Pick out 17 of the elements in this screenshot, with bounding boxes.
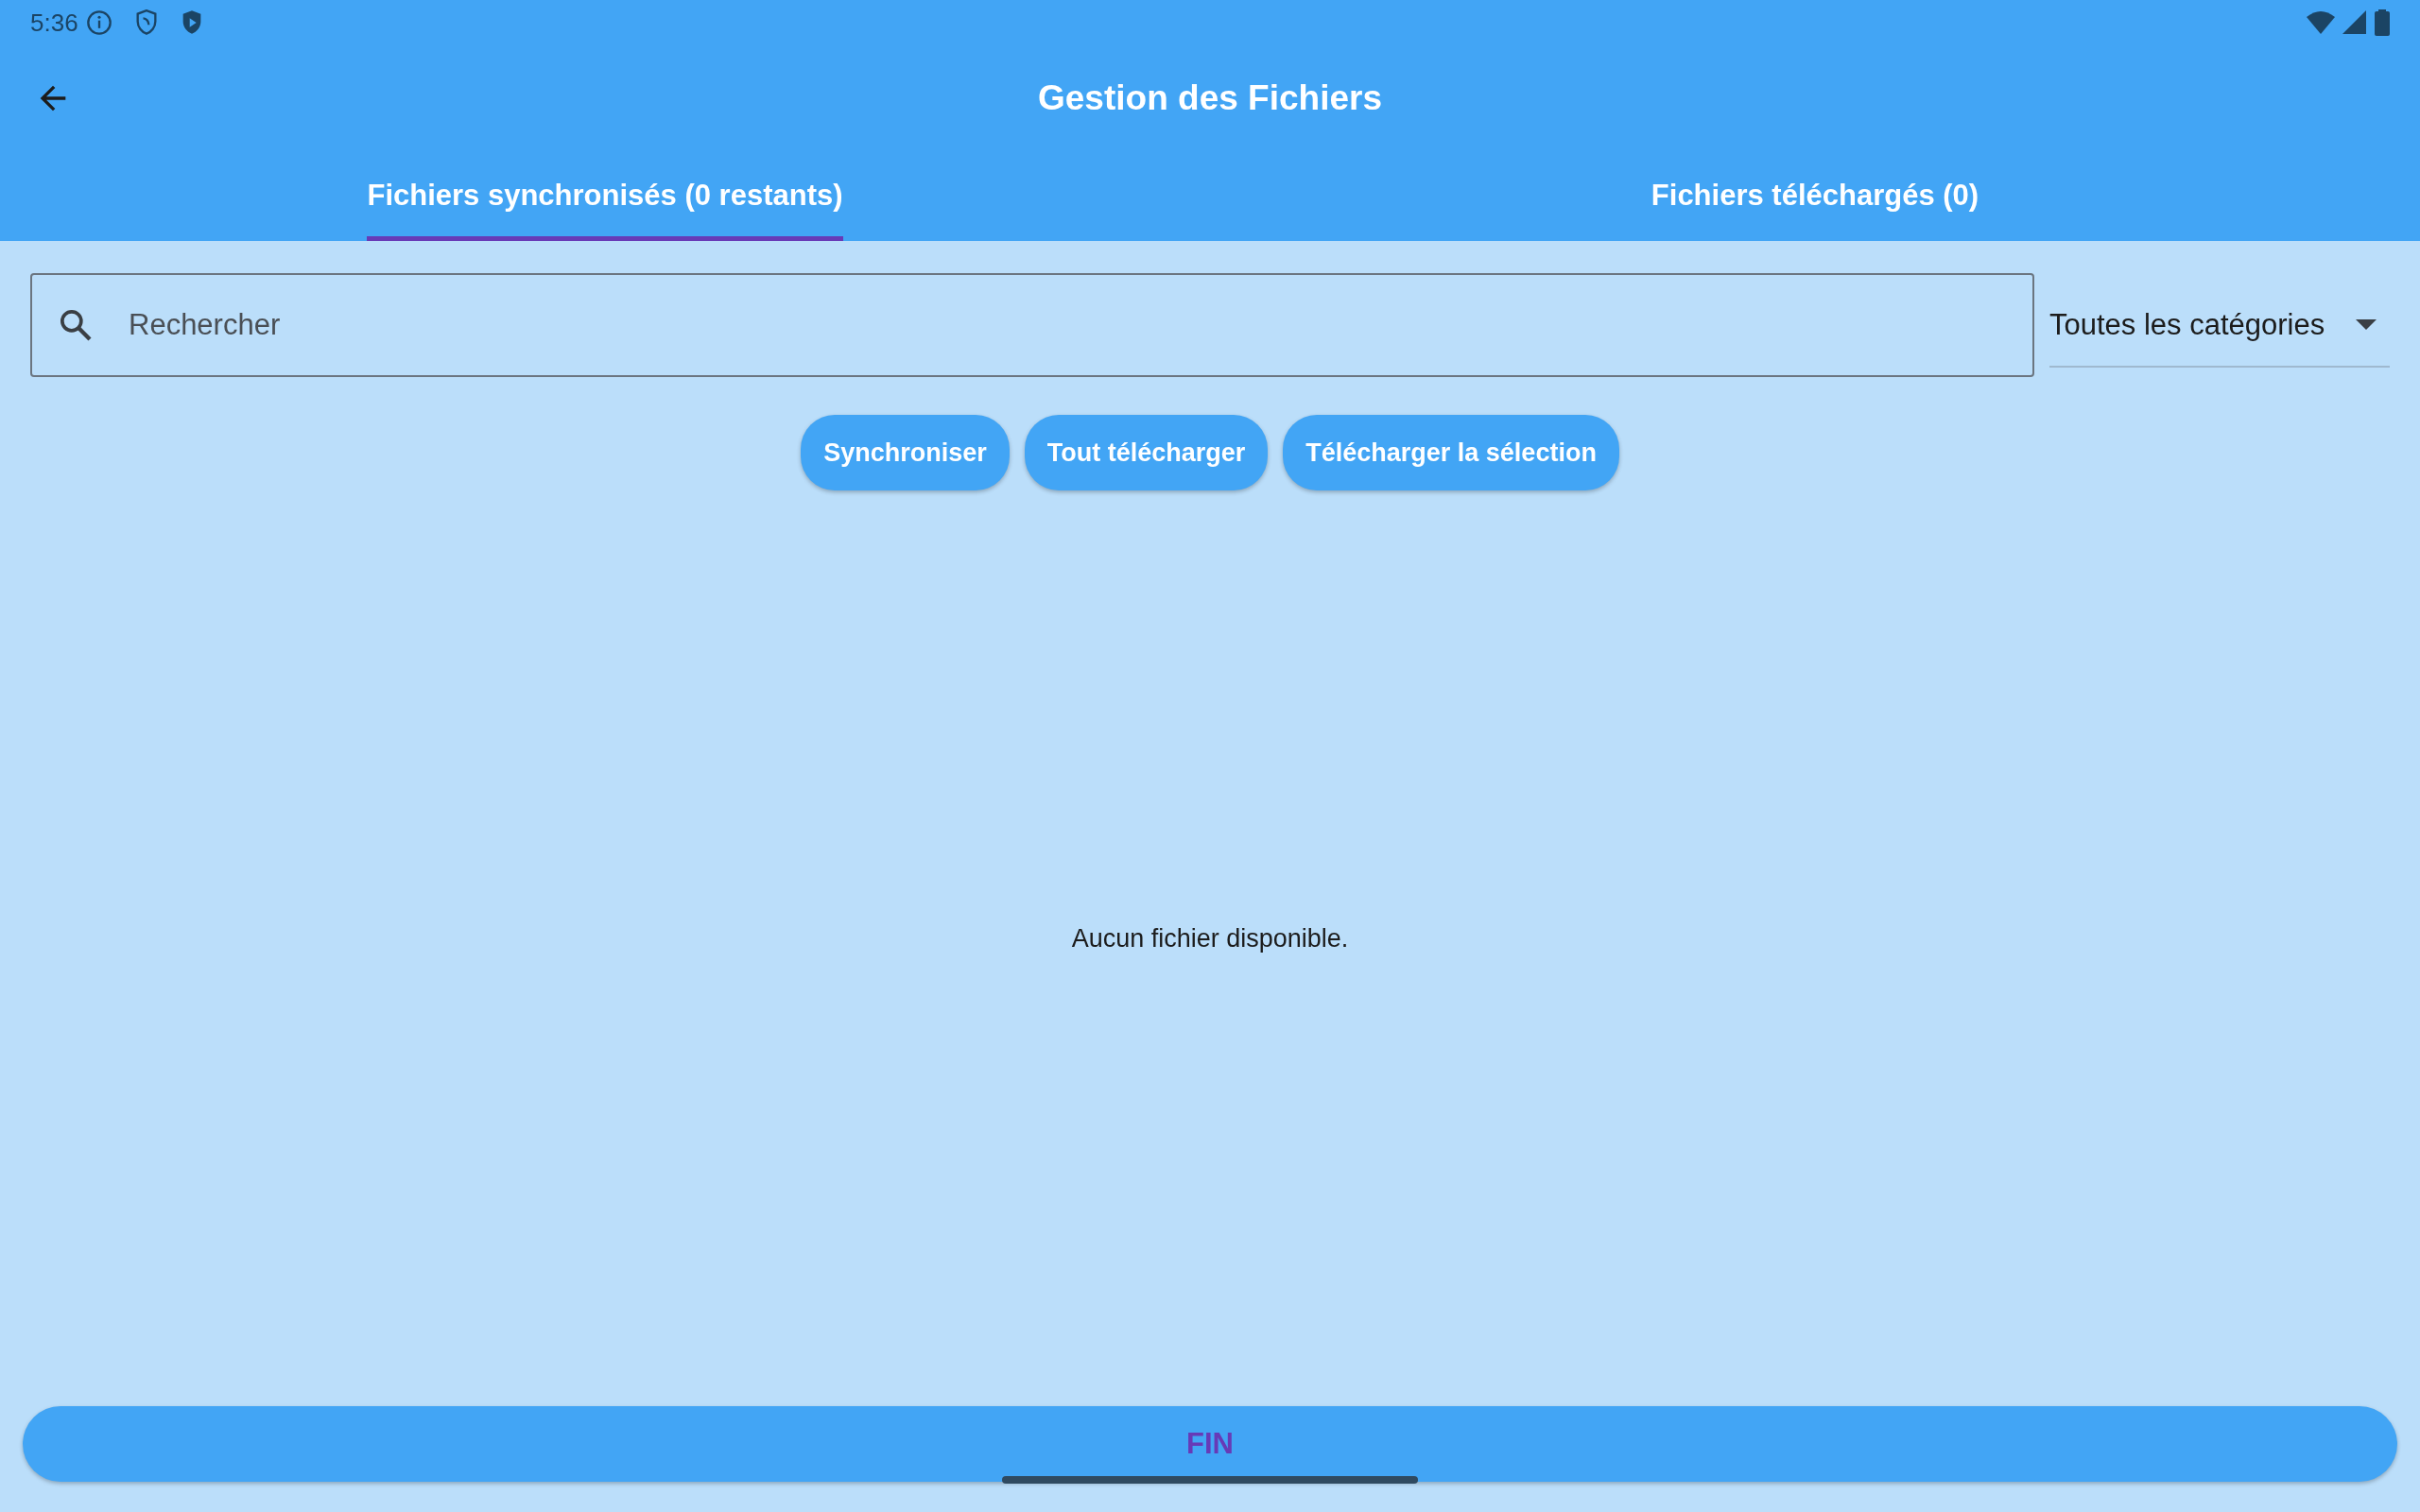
tab[interactable]: Fichiers téléchargés (0) [1651,151,1979,241]
signal-icon [2342,10,2367,35]
finish-button[interactable]: FIN [23,1406,2397,1482]
status-time: 5:36 [30,7,78,39]
search-field[interactable]: Rechercher [30,273,2034,377]
caret-icon [2356,319,2377,331]
battery-icon [2375,9,2390,36]
action-button[interactable]: Tout télécharger [1024,415,1269,490]
page-title: Gestion des Fichiers [1038,77,1382,120]
empty-message: Aucun fichier disponible. [1071,923,1349,955]
info-icon [85,9,112,36]
tab[interactable]: Fichiers synchronisés (0 restants) [367,151,843,241]
wifi-icon [2307,10,2335,35]
shield-icon [134,9,158,36]
action-button[interactable]: Télécharger la sélection [1283,415,1619,490]
action-button[interactable]: Synchroniser [801,415,1010,490]
category-dropdown[interactable]: Toutes les catégories [2049,284,2390,368]
